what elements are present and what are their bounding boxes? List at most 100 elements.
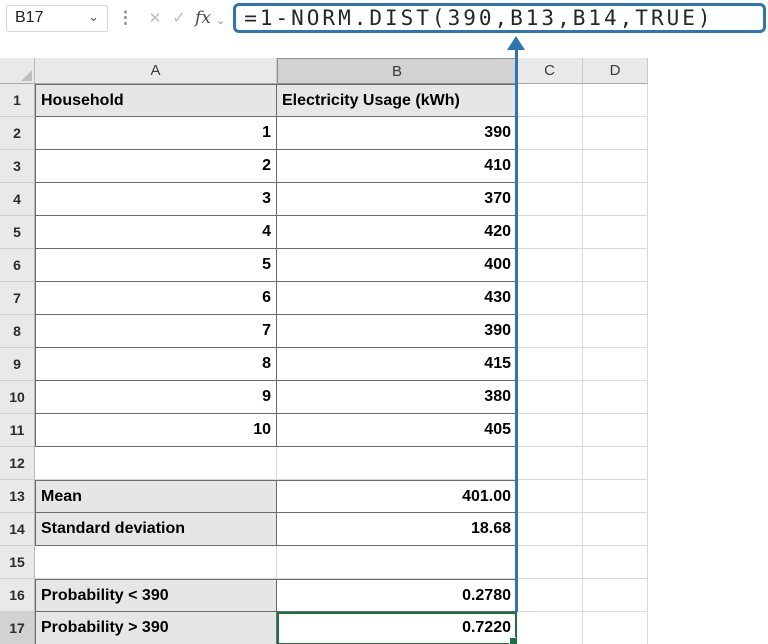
sheet-grid: 1 Household Electricity Usage (kWh) 2 1 390 3 2… (0, 84, 768, 644)
cell-C7[interactable] (517, 282, 583, 315)
row-header-11[interactable]: 11 (0, 414, 35, 447)
cell-D11[interactable] (583, 414, 648, 447)
sheet-row-12: 12 (0, 447, 768, 480)
cell-D15[interactable] (583, 546, 648, 579)
cell-C3[interactable] (517, 150, 583, 183)
cell-B16[interactable]: 0.2780 (277, 579, 517, 612)
cell-B8[interactable]: 390 (277, 315, 517, 348)
cell-B17[interactable]: 0.7220 (277, 612, 517, 644)
cell-B12[interactable] (277, 447, 517, 480)
row-header-16[interactable]: 16 (0, 579, 35, 612)
cell-A1[interactable]: Household (35, 84, 277, 117)
sheet-row-13: 13 Mean 401.00 (0, 480, 768, 513)
cell-A7[interactable]: 6 (35, 282, 277, 315)
column-header-B[interactable]: B (277, 58, 517, 84)
cell-C2[interactable] (517, 117, 583, 150)
select-all-corner[interactable] (0, 58, 35, 84)
cell-D4[interactable] (583, 183, 648, 216)
cell-A9[interactable]: 8 (35, 348, 277, 381)
cell-A10[interactable]: 9 (35, 381, 277, 414)
cell-C4[interactable] (517, 183, 583, 216)
row-header-9[interactable]: 9 (0, 348, 35, 381)
cell-C13[interactable] (517, 480, 583, 513)
cell-D5[interactable] (583, 216, 648, 249)
cell-B5[interactable]: 420 (277, 216, 517, 249)
row-header-3[interactable]: 3 (0, 150, 35, 183)
cell-B7[interactable]: 430 (277, 282, 517, 315)
cell-C6[interactable] (517, 249, 583, 282)
cell-A2[interactable]: 1 (35, 117, 277, 150)
row-header-6[interactable]: 6 (0, 249, 35, 282)
row-header-10[interactable]: 10 (0, 381, 35, 414)
cell-C16[interactable] (517, 579, 583, 612)
cell-C15[interactable] (517, 546, 583, 579)
cell-C1[interactable] (517, 84, 583, 117)
row-header-15[interactable]: 15 (0, 546, 35, 579)
row-header-8[interactable]: 8 (0, 315, 35, 348)
cell-B9[interactable]: 415 (277, 348, 517, 381)
cell-C17[interactable] (517, 612, 583, 644)
formula-input[interactable]: =1-NORM.DIST(390,B13,B14,TRUE) (233, 3, 766, 33)
cell-D8[interactable] (583, 315, 648, 348)
cell-A4[interactable]: 3 (35, 183, 277, 216)
cell-B2[interactable]: 390 (277, 117, 517, 150)
row-header-17[interactable]: 17 (0, 612, 35, 644)
cell-C14[interactable] (517, 513, 583, 546)
cell-C9[interactable] (517, 348, 583, 381)
cell-A3[interactable]: 2 (35, 150, 277, 183)
cell-A12[interactable] (35, 447, 277, 480)
cell-D14[interactable] (583, 513, 648, 546)
cell-B14[interactable]: 18.68 (277, 513, 517, 546)
cell-B6[interactable]: 400 (277, 249, 517, 282)
cell-D13[interactable] (583, 480, 648, 513)
cell-B10[interactable]: 380 (277, 381, 517, 414)
cell-D16[interactable] (583, 579, 648, 612)
cell-D9[interactable] (583, 348, 648, 381)
cell-B15[interactable] (277, 546, 517, 579)
row-header-13[interactable]: 13 (0, 480, 35, 513)
cell-A16[interactable]: Probability < 390 (35, 579, 277, 612)
cell-C8[interactable] (517, 315, 583, 348)
cell-A14[interactable]: Standard deviation (35, 513, 277, 546)
cell-B3[interactable]: 410 (277, 150, 517, 183)
cell-C10[interactable] (517, 381, 583, 414)
cell-D2[interactable] (583, 117, 648, 150)
row-header-4[interactable]: 4 (0, 183, 35, 216)
column-header-C[interactable]: C (517, 58, 583, 84)
cell-B13[interactable]: 401.00 (277, 480, 517, 513)
row-header-2[interactable]: 2 (0, 117, 35, 150)
cell-A5[interactable]: 4 (35, 216, 277, 249)
cell-B11[interactable]: 405 (277, 414, 517, 447)
cancel-icon[interactable]: ✕ (143, 5, 167, 32)
row-header-12[interactable]: 12 (0, 447, 35, 480)
cell-B1[interactable]: Electricity Usage (kWh) (277, 84, 517, 117)
cell-D7[interactable] (583, 282, 648, 315)
cell-A15[interactable] (35, 546, 277, 579)
cell-C5[interactable] (517, 216, 583, 249)
cell-D12[interactable] (583, 447, 648, 480)
row-header-5[interactable]: 5 (0, 216, 35, 249)
cell-A11[interactable]: 10 (35, 414, 277, 447)
cell-B4[interactable]: 370 (277, 183, 517, 216)
cell-D10[interactable] (583, 381, 648, 414)
chevron-down-icon[interactable]: ⌄ (88, 10, 99, 23)
sheet-row-6: 6 5 400 (0, 249, 768, 282)
cell-D6[interactable] (583, 249, 648, 282)
cell-A6[interactable]: 5 (35, 249, 277, 282)
row-header-14[interactable]: 14 (0, 513, 35, 546)
enter-icon[interactable]: ✓ (167, 5, 191, 32)
cell-A13[interactable]: Mean (35, 480, 277, 513)
column-header-A[interactable]: A (35, 58, 277, 84)
cell-D17[interactable] (583, 612, 648, 644)
cell-A8[interactable]: 7 (35, 315, 277, 348)
cell-C12[interactable] (517, 447, 583, 480)
column-header-D[interactable]: D (583, 58, 648, 84)
name-box[interactable]: B17 ⌄ (6, 4, 108, 32)
cell-C11[interactable] (517, 414, 583, 447)
cell-A17[interactable]: Probability > 390 (35, 612, 277, 644)
cell-D1[interactable] (583, 84, 648, 117)
cell-D3[interactable] (583, 150, 648, 183)
insert-function-icon[interactable]: fx (191, 5, 215, 32)
row-header-7[interactable]: 7 (0, 282, 35, 315)
row-header-1[interactable]: 1 (0, 84, 35, 117)
